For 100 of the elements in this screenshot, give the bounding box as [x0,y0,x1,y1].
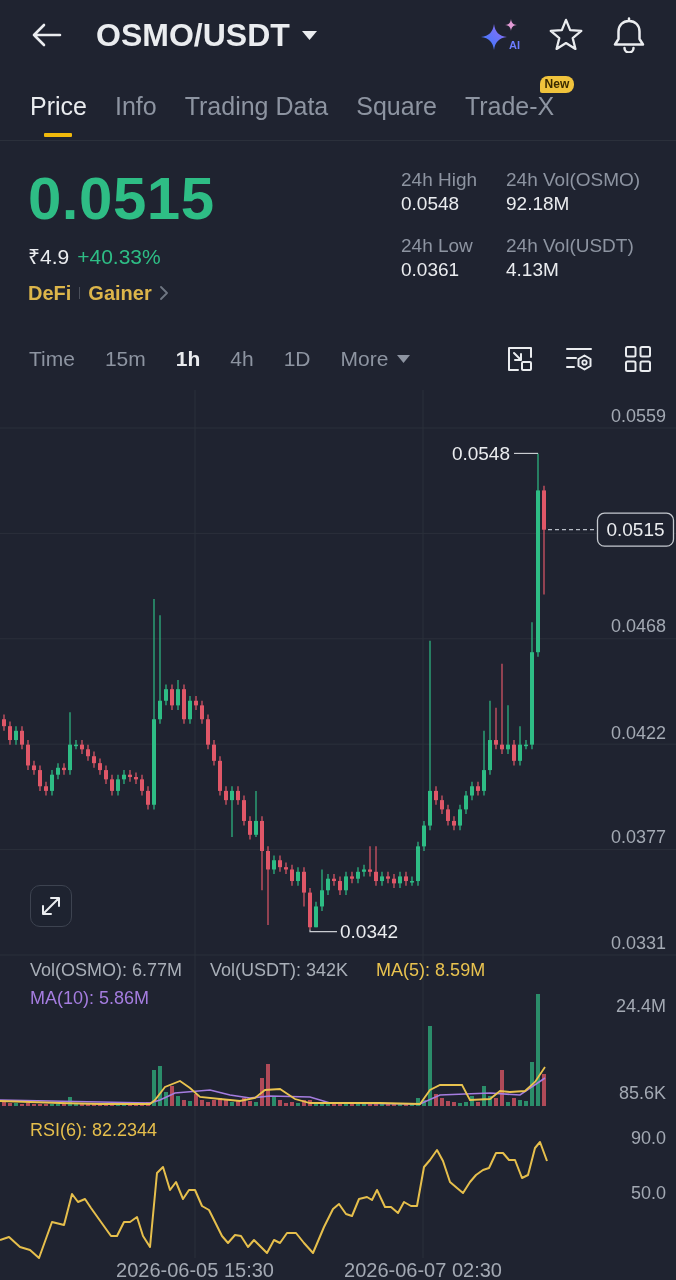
candle [14,725,18,746]
candle [80,739,84,755]
candle [314,901,318,928]
candle [320,868,324,912]
candle [434,785,438,806]
star-icon [548,18,584,52]
high-price-leader [513,452,539,455]
candle [446,804,450,827]
candle [62,762,66,776]
candle [50,769,54,797]
candle [248,815,252,841]
volume-legend-item: Vol(USDT): 342K [210,959,349,982]
stat-label: 24h High [401,168,479,192]
candle [170,683,174,711]
tag-link[interactable]: Gainer [88,279,152,307]
ai-assistant-button[interactable]: AI [480,18,520,52]
tab[interactable]: Price [30,70,87,140]
candle [524,739,528,750]
candle [92,751,96,769]
candle [218,755,222,797]
expand-button[interactable] [30,885,72,927]
candle [350,871,354,884]
more-dropdown[interactable]: More [340,345,411,373]
volume-axis-label: 85.6K [618,1083,666,1103]
interval-tab[interactable]: Time [29,345,75,373]
interval-tab[interactable]: 4h [230,345,254,373]
candle [254,790,258,838]
float-window-button[interactable] [507,346,533,372]
candle [182,683,186,725]
back-button[interactable] [32,23,62,47]
last-price: 0.0515 [28,167,215,231]
candle [146,785,150,810]
candle [74,739,78,750]
candle [356,866,360,884]
low-price-label: 0.0342 [340,921,399,943]
stat-label: 24h Low [401,234,474,258]
favorite-button[interactable] [548,18,584,52]
candle [164,683,168,706]
tab[interactable]: Square [356,70,437,140]
candle [482,730,486,797]
candle [194,695,198,711]
bell-icon [612,17,646,53]
candle [512,739,516,767]
candle [134,771,138,785]
candle [176,679,180,711]
tag-link[interactable]: DeFi [28,279,72,307]
candle [494,707,498,750]
candle [20,725,24,750]
candle [38,764,42,792]
candle [338,875,342,896]
candle [110,774,114,797]
interval-tab[interactable]: 1h [175,345,201,373]
price-axis-label: 0.0331 [610,933,666,953]
candle [212,739,216,767]
chevron-right-icon [159,286,168,300]
candle [344,871,348,896]
candle [302,866,306,908]
grid-layout-button[interactable] [625,346,651,372]
candle [404,871,408,887]
tab[interactable]: Trading Data [184,70,329,140]
price-change: +40.33% [77,244,161,270]
back-arrow-icon [32,23,62,47]
candle [26,739,30,771]
candle [128,769,132,783]
candle [410,875,414,887]
caret-down-icon [397,355,411,363]
candle [140,774,144,797]
candle [116,774,120,797]
settings-lines-icon [565,346,593,372]
price-axis-label: 0.0377 [610,826,666,847]
stat-value: 0.0548 [401,192,461,216]
candle [296,866,300,887]
candle [188,695,192,725]
rsi-axis-label: 90.0 [630,1128,666,1148]
grid-icon [625,346,651,372]
candle [398,871,402,889]
candle [518,725,522,767]
tab[interactable]: Info [114,70,157,140]
notification-button[interactable] [612,17,646,53]
candle [98,757,102,776]
price-axis-label: 0.0468 [610,616,666,637]
interval-tab[interactable]: 1D [283,345,311,373]
candle [290,864,294,887]
stat-value: 4.13M [506,258,560,282]
interval-tab[interactable]: 15m [104,345,146,373]
stat-label: 24h Vol(OSMO) [506,168,642,192]
price-axis-label: 0.0559 [610,406,666,426]
candle [386,871,390,884]
candle [506,704,510,755]
indicator-settings-button[interactable] [565,346,593,372]
pair-selector[interactable]: OSMO/USDT [96,15,317,55]
new-badge: New [539,76,575,93]
volume-legend-item: Vol(OSMO): 6.77M [30,959,183,982]
candle [458,804,462,831]
candle [206,714,210,750]
candle [464,790,468,815]
candle [200,700,204,725]
caret-down-icon [301,30,317,40]
low-price-leader [309,928,338,933]
candle [224,785,228,806]
